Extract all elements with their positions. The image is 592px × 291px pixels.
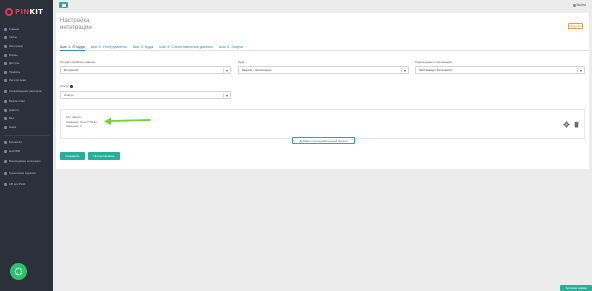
menu-toggle-button[interactable] [59, 2, 68, 8]
chevron-down-icon [226, 69, 228, 72]
wrench-icon [4, 172, 7, 176]
exit-icon [572, 3, 576, 7]
sidebar-item-integrations[interactable]: Интеграции [0, 42, 53, 51]
question-icon [4, 99, 7, 103]
chat-widget-button[interactable] [10, 263, 27, 280]
gear-icon[interactable] [563, 121, 570, 128]
whatsapp-icon [14, 267, 23, 276]
rule-value: Значение: 3 [66, 124, 82, 128]
target-label: Куда [238, 60, 245, 64]
sidebar-item-promo[interactable]: Акции [0, 123, 53, 132]
sidebar-item-messengers[interactable]: Мессенджеры интеграция [0, 156, 53, 168]
tag-icon [4, 125, 7, 129]
bitrix-icon [4, 141, 7, 145]
chevron-down-icon [404, 69, 406, 72]
connection-label: Подключение к приложению [415, 60, 452, 64]
logo-icon [5, 8, 13, 16]
blog-icon [4, 117, 7, 121]
help-button[interactable]: Помощь [568, 23, 583, 29]
tab-step-4[interactable]: Шаг 4: Сопоставление данных [159, 44, 213, 51]
home-icon [4, 27, 7, 31]
sidebar-item-sites[interactable]: Сайты [0, 34, 53, 43]
rule-type: Тип: Запрос [66, 115, 82, 119]
add-filter-button[interactable]: Добавить последовательный фильтр [292, 137, 355, 144]
tab-step-5[interactable]: Шаг 5: Запуск [219, 44, 243, 51]
status-select[interactable]: Статус [60, 91, 231, 99]
connection-select[interactable]: Мой аккаунт Битрикс24 [415, 66, 585, 74]
test-request-button[interactable]: Тестовая заявка [560, 285, 592, 291]
chat-icon [4, 160, 7, 164]
logout-link[interactable]: Выйти [572, 3, 586, 7]
form-icon [4, 53, 7, 57]
page-title: Настройка интеграции [60, 18, 92, 31]
green-arrow-annotation [104, 117, 151, 125]
sidebar-item-profile[interactable]: Профиль [0, 68, 53, 77]
chevron-down-icon [580, 69, 582, 72]
code-icon [4, 182, 7, 186]
sidebar-item-forms[interactable]: Формы [0, 51, 53, 60]
sidebar-item-access[interactable]: Доступы [0, 59, 53, 68]
news-icon [4, 108, 7, 112]
puzzle-icon [4, 79, 7, 83]
logo[interactable]: PINKIT [0, 0, 53, 24]
sidebar-item-main[interactable]: Главная [0, 25, 53, 34]
amocrm-icon [4, 149, 7, 153]
integration-panel: Настройка интеграции Помощь Шаг 1: Откуд… [56, 13, 589, 169]
source-label: Откуда отправлять данные [60, 60, 96, 64]
support-icon [4, 89, 7, 93]
sidebar-item-api[interactable]: API для Pinkit [0, 180, 53, 189]
user-icon [4, 70, 7, 74]
rule-name: Название: Этап (TITLE) [66, 119, 97, 124]
sidebar-item-tech-subscriptions[interactable]: Технические подписки [0, 168, 53, 180]
source-select[interactable]: Битрикс24 [60, 66, 231, 74]
tab-step-2[interactable]: Шаг 2: Инструменты [91, 44, 127, 51]
save-button[interactable]: Сохранить [60, 152, 85, 160]
trash-icon[interactable] [573, 121, 580, 128]
target-select[interactable]: Задача - обновление [238, 66, 409, 74]
sidebar: PINKIT Главная Сайты Интеграции Формы До… [0, 0, 53, 291]
sidebar-item-amocrm[interactable]: amoCRM [0, 147, 53, 156]
key-icon [4, 62, 7, 66]
link-icon [4, 44, 7, 48]
question-icon[interactable] [69, 84, 73, 88]
sidebar-item-bitrix[interactable]: Битрикс24 [0, 139, 53, 148]
step-tabs: Шаг 1: Откуда Шаг 2: Инструменты Шаг 3: … [56, 44, 589, 51]
status-label: Статус [60, 84, 73, 88]
topbar: Выйти [53, 0, 592, 11]
chevron-down-icon [226, 94, 228, 97]
sidebar-item-blog[interactable]: Блог [0, 114, 53, 123]
sidebar-item-faq[interactable]: Вопрос-ответ [0, 97, 53, 106]
globe-icon [4, 36, 7, 40]
sidebar-item-news[interactable]: Новости [0, 106, 53, 115]
sidebar-divider [4, 134, 49, 136]
tab-step-3[interactable]: Шаг 3: Куда [133, 44, 154, 51]
sidebar-item-integrators[interactable]: Интеграторам [0, 77, 53, 86]
tab-step-1[interactable]: Шаг 1: Откуда [60, 44, 85, 51]
sidebar-item-support[interactable]: Сопровождение партнеров [0, 85, 53, 97]
filter-rule-card: Тип: Запрос Название: Этап (TITLE) Значе… [60, 109, 585, 139]
test-button[interactable]: Протестировать [88, 152, 120, 160]
logo-text: PINKIT [15, 8, 44, 16]
sidebar-nav: Главная Сайты Интеграции Формы Доступы П… [0, 25, 53, 188]
